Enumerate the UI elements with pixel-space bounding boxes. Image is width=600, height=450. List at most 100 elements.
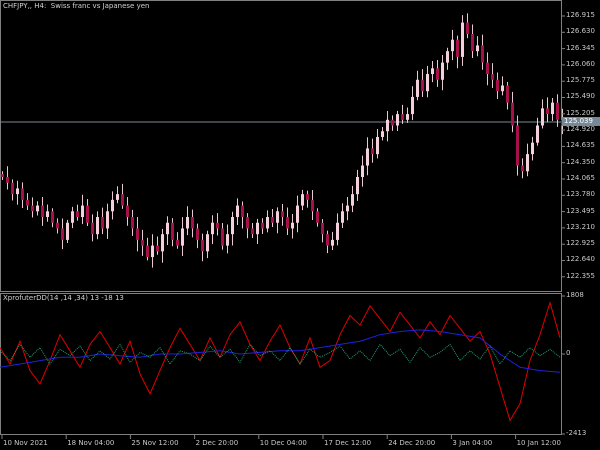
candle-body bbox=[181, 228, 184, 246]
candle bbox=[96, 211, 99, 240]
candle-body bbox=[321, 222, 324, 235]
candle bbox=[311, 190, 314, 220]
candle-body bbox=[451, 39, 454, 52]
candle-body bbox=[146, 245, 149, 258]
candle bbox=[301, 189, 304, 211]
candle bbox=[291, 213, 294, 239]
candle bbox=[371, 138, 374, 163]
candle-body bbox=[491, 74, 494, 80]
candle bbox=[376, 128, 379, 159]
candle bbox=[26, 193, 29, 210]
candle-body bbox=[416, 79, 419, 97]
candle bbox=[446, 47, 449, 70]
candle-body bbox=[86, 205, 89, 223]
candle bbox=[31, 197, 34, 218]
candle bbox=[361, 155, 364, 187]
candle-body bbox=[186, 217, 189, 229]
time-tick-label: 17 Dec 12:00 bbox=[324, 439, 372, 447]
indicator-lines bbox=[0, 300, 561, 422]
price-tick-label: 126.060 bbox=[566, 59, 595, 68]
candle bbox=[451, 29, 454, 61]
candle bbox=[356, 169, 359, 201]
candle-body bbox=[546, 108, 549, 115]
candle-body bbox=[481, 45, 484, 63]
candle bbox=[81, 194, 84, 225]
candle bbox=[171, 218, 174, 247]
candle-body bbox=[231, 217, 234, 235]
candle bbox=[546, 97, 549, 123]
candle bbox=[131, 209, 134, 236]
price-tick-label: 125.490 bbox=[566, 92, 595, 101]
candle-body bbox=[316, 211, 319, 223]
candle-body bbox=[441, 62, 444, 80]
price-tick-label: 124.065 bbox=[566, 173, 595, 182]
price-tick-label: 122.355 bbox=[566, 271, 595, 280]
price-tick-label: 124.635 bbox=[566, 141, 595, 150]
candle-body bbox=[346, 205, 349, 212]
time-tick-label: 25 Nov 12:00 bbox=[131, 439, 179, 447]
candle-body bbox=[226, 234, 229, 246]
candle bbox=[486, 52, 489, 86]
candle bbox=[426, 65, 429, 98]
candle bbox=[11, 179, 14, 201]
candle bbox=[321, 219, 324, 243]
candle bbox=[36, 201, 39, 216]
candle bbox=[326, 230, 329, 254]
candle bbox=[316, 208, 319, 227]
candle-body bbox=[396, 114, 399, 126]
price-tick-label: 122.640 bbox=[566, 255, 595, 264]
candle bbox=[226, 224, 229, 254]
chart-canvas[interactable] bbox=[0, 0, 600, 450]
candle-body bbox=[171, 222, 174, 240]
candle bbox=[406, 107, 409, 123]
candle-body bbox=[466, 22, 469, 35]
candle-body bbox=[6, 176, 9, 183]
candle-body bbox=[126, 205, 129, 218]
candle-body bbox=[211, 222, 214, 235]
candle-body bbox=[281, 211, 284, 218]
price-tick-label: 125.775 bbox=[566, 76, 595, 85]
candle bbox=[136, 217, 139, 252]
candle-body bbox=[221, 228, 224, 246]
candle bbox=[281, 203, 284, 226]
candle-body bbox=[46, 211, 49, 218]
candle bbox=[6, 166, 9, 190]
candle-body bbox=[176, 239, 179, 246]
candle bbox=[441, 54, 444, 91]
candle bbox=[476, 36, 479, 57]
candle-body bbox=[161, 234, 164, 252]
candle-body bbox=[516, 125, 519, 166]
candle bbox=[501, 76, 504, 96]
candle-body bbox=[111, 199, 114, 212]
candle-body bbox=[341, 211, 344, 223]
candle bbox=[461, 15, 464, 66]
candle bbox=[526, 143, 529, 177]
candle bbox=[331, 231, 334, 251]
candle bbox=[471, 24, 474, 59]
axis-ticks bbox=[1, 15, 565, 439]
candle bbox=[411, 86, 414, 121]
indicator-pane-border bbox=[0, 293, 562, 435]
candle bbox=[496, 72, 499, 99]
indicator-tick-label: 1808 bbox=[566, 291, 584, 299]
candle-body bbox=[121, 194, 124, 206]
candle-body bbox=[426, 74, 429, 92]
candle bbox=[531, 136, 534, 161]
candle bbox=[146, 237, 149, 261]
candle bbox=[396, 110, 399, 132]
candle bbox=[481, 34, 484, 70]
candle bbox=[296, 195, 299, 233]
candle-body bbox=[21, 188, 24, 200]
candle bbox=[251, 223, 254, 239]
candle bbox=[76, 204, 79, 221]
candle-body bbox=[401, 114, 404, 120]
candle bbox=[491, 63, 494, 88]
candle-body bbox=[526, 154, 529, 172]
candle-body bbox=[376, 136, 379, 155]
candle bbox=[211, 215, 214, 245]
candle bbox=[381, 127, 384, 141]
candle-body bbox=[336, 222, 339, 240]
candle-body bbox=[421, 79, 424, 92]
candle-body bbox=[131, 217, 134, 229]
candle bbox=[166, 216, 169, 245]
